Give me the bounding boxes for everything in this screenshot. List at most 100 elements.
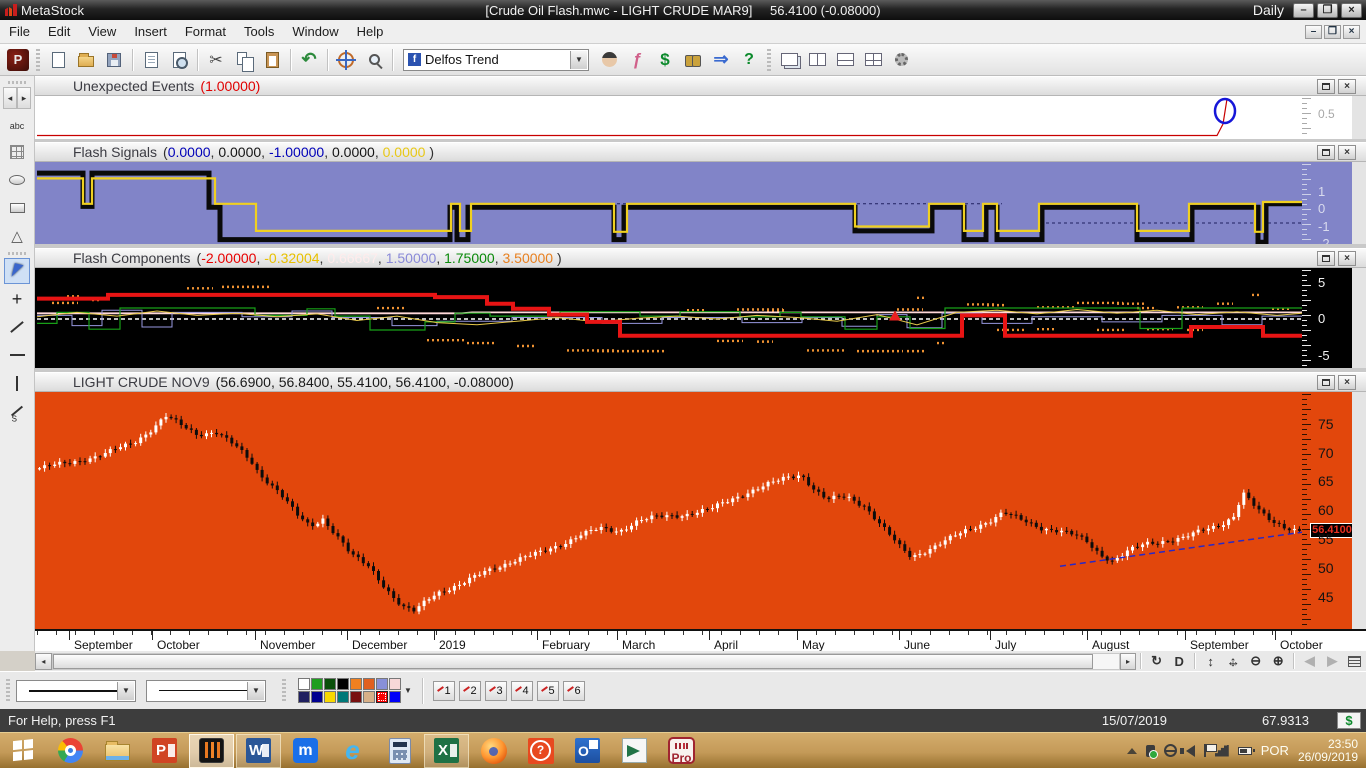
vertical-scale-button[interactable]: ↕ (1200, 652, 1221, 670)
crosshair-tool-button[interactable] (4, 286, 30, 312)
color-swatch[interactable] (350, 691, 362, 703)
color-swatch[interactable] (337, 691, 349, 703)
copy-button[interactable] (231, 47, 257, 73)
color-swatch[interactable] (311, 691, 323, 703)
panel-close-button[interactable]: × (1338, 145, 1356, 160)
start-taskbar-button[interactable] (1, 734, 46, 768)
ie-taskbar-button[interactable] (330, 734, 375, 768)
menu-window[interactable]: Window (283, 21, 347, 42)
zoom-area-button[interactable] (361, 47, 387, 73)
new-document-button[interactable] (45, 47, 71, 73)
color-swatch[interactable] (363, 691, 375, 703)
color-swatch[interactable] (337, 678, 349, 690)
panel-maximize-button[interactable] (1317, 79, 1335, 94)
restore-button[interactable]: ❐ (1317, 3, 1338, 18)
system-test-button[interactable] (708, 47, 734, 73)
network-icon[interactable] (1164, 744, 1177, 757)
scrollbar-left-arrow[interactable]: ◂ (35, 653, 52, 670)
panel-header[interactable]: LIGHT CRUDE NOV9 (56.6900, 56.8400, 55.4… (35, 372, 1366, 392)
components-plot[interactable]: 50-5 (35, 268, 1366, 368)
template-combobox[interactable]: fDelfos Trend▼ (403, 49, 589, 71)
scrollbar-thumb[interactable] (53, 654, 1093, 669)
menu-tools[interactable]: Tools (235, 21, 283, 42)
currency-button[interactable]: $ (1337, 712, 1361, 729)
template-2-button[interactable]: 2 (459, 681, 481, 701)
horizontal-scrollbar[interactable] (52, 653, 1120, 670)
securities-button[interactable] (652, 47, 678, 73)
scroll-left-button[interactable]: ◂ (3, 87, 17, 109)
color-swatch[interactable] (298, 678, 310, 690)
menu-view[interactable]: View (79, 21, 125, 42)
scrollbar-right-arrow[interactable]: ▸ (1120, 653, 1137, 670)
color-swatch[interactable] (389, 678, 401, 690)
explorer-button[interactable] (680, 47, 706, 73)
tile-grid-button[interactable] (860, 47, 886, 73)
print-preview-button[interactable] (166, 47, 192, 73)
template-5-button[interactable]: 5 (537, 681, 559, 701)
template-3-button[interactable]: 3 (485, 681, 507, 701)
cut-button[interactable] (203, 47, 229, 73)
signals-plot[interactable]: 10-1-2 (35, 162, 1366, 244)
undo-button[interactable] (296, 47, 322, 73)
zoom-in-button[interactable]: ⊕ (1268, 652, 1289, 670)
powerpoint-taskbar-button[interactable] (142, 734, 187, 768)
tile-horizontal-button[interactable] (832, 47, 858, 73)
palette-dropdown-arrow[interactable]: ▼ (402, 678, 414, 704)
panel-close-button[interactable]: × (1338, 251, 1356, 266)
scroll-right-button[interactable]: ▸ (17, 87, 31, 109)
periodicity-button[interactable]: D (1169, 652, 1190, 670)
menu-insert[interactable]: Insert (125, 21, 176, 42)
expert-button[interactable] (596, 47, 622, 73)
pointer-tool-button[interactable] (4, 258, 30, 284)
chevron-down-icon[interactable]: ▼ (117, 682, 134, 700)
page-setup-button[interactable] (138, 47, 164, 73)
child-close-button[interactable]: × (1343, 25, 1360, 39)
crude-plot[interactable]: 56.4100 75706560555045 (35, 392, 1366, 629)
child-minimize-button[interactable]: – (1305, 25, 1322, 39)
chevron-up-icon[interactable] (1127, 748, 1137, 754)
explorer-taskbar-button[interactable] (95, 734, 140, 768)
menu-help[interactable]: Help (348, 21, 393, 42)
signal-icon[interactable] (1215, 745, 1229, 757)
text-tool-button[interactable] (4, 111, 30, 137)
template-1-button[interactable]: 1 (433, 681, 455, 701)
taskbar-clock[interactable]: 23:50 26/09/2019 (1298, 738, 1358, 764)
template-6-button[interactable]: 6 (563, 681, 585, 701)
line-weight-dropdown[interactable]: ▼ (146, 680, 266, 702)
menu-format[interactable]: Format (176, 21, 235, 42)
open-chart-button[interactable] (73, 47, 99, 73)
refresh-button[interactable]: ↻ (1146, 652, 1167, 670)
indicator-builder-button[interactable] (624, 47, 650, 73)
minimize-button[interactable]: – (1293, 3, 1314, 18)
layout-gear-button[interactable] (888, 47, 914, 73)
panel-maximize-button[interactable] (1317, 145, 1335, 160)
color-swatch[interactable] (324, 691, 336, 703)
program-button[interactable] (5, 47, 31, 73)
menu-file[interactable]: File (0, 21, 39, 42)
metastock-taskbar-button[interactable] (189, 734, 234, 768)
zoom-out-button[interactable]: ⊖ (1245, 652, 1266, 670)
pro-taskbar-button[interactable] (659, 734, 704, 768)
help-pointer-button[interactable] (736, 47, 762, 73)
help-taskbar-button[interactable] (518, 734, 563, 768)
firefox-taskbar-button[interactable] (471, 734, 516, 768)
panel-header[interactable]: Unexpected Events (1.00000) × (35, 76, 1366, 96)
crosshair-button[interactable] (333, 47, 359, 73)
line-style-dropdown[interactable]: ▼ (16, 680, 136, 702)
horizontal-line-tool-button[interactable] (4, 342, 30, 368)
color-swatch[interactable] (350, 678, 362, 690)
language-indicator[interactable]: POR (1261, 743, 1289, 758)
panel-close-button[interactable]: × (1338, 375, 1356, 390)
color-swatch[interactable] (324, 678, 336, 690)
usb-icon[interactable] (1146, 745, 1155, 757)
volume-icon[interactable] (1186, 745, 1195, 757)
grid-tool-button[interactable] (4, 139, 30, 165)
chart-menu-button[interactable] (1344, 652, 1365, 670)
template-4-button[interactable]: 4 (511, 681, 533, 701)
panel-close-button[interactable]: × (1338, 79, 1356, 94)
color-swatch[interactable] (311, 678, 323, 690)
close-button[interactable]: × (1341, 3, 1362, 18)
paste-button[interactable] (259, 47, 285, 73)
events-plot[interactable]: 0.5 (35, 96, 1366, 139)
calculator-taskbar-button[interactable] (377, 734, 422, 768)
